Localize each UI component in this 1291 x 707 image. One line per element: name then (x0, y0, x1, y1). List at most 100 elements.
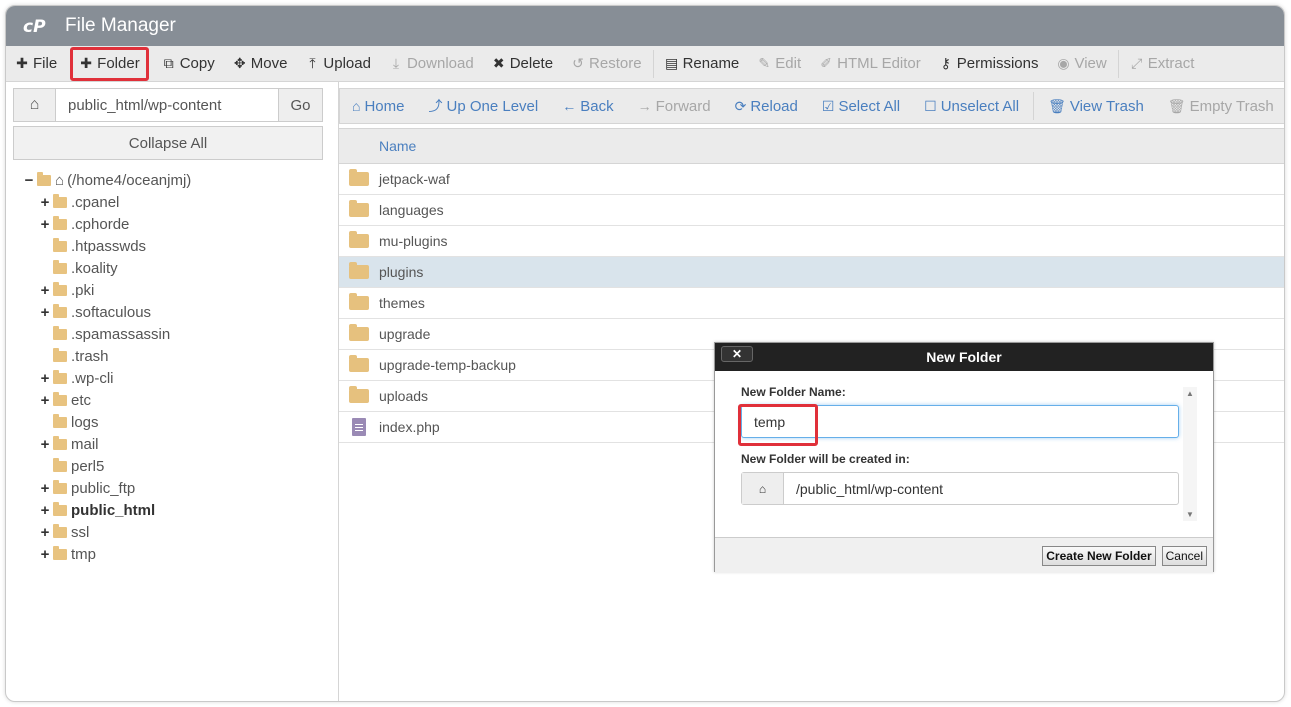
permissions-button[interactable]: ⚷ Permissions (930, 46, 1048, 82)
expand-toggle-icon[interactable]: + (39, 282, 51, 299)
path-input[interactable] (56, 89, 278, 121)
list-item[interactable]: themes (339, 288, 1284, 319)
expand-toggle-icon[interactable]: + (39, 304, 51, 321)
folder-name-input[interactable] (741, 405, 1179, 438)
trash-icon: 🗑 (1167, 97, 1186, 114)
back-button[interactable]: ← Back (550, 88, 625, 124)
button-label: View (1074, 55, 1107, 72)
empty-trash-button[interactable]: 🗑 Empty Trash (1156, 88, 1284, 124)
collapse-toggle-icon[interactable]: − (23, 172, 35, 189)
path-home-button[interactable]: ⌂ (14, 89, 56, 121)
dialog-scrollbar[interactable]: ▲ ▼ (1183, 387, 1197, 521)
html-editor-button[interactable]: ✐ HTML Editor (810, 46, 930, 82)
tree-item-label: .cpanel (71, 193, 120, 211)
toolbar-separator (1117, 49, 1119, 78)
file-icon (339, 418, 379, 436)
go-button[interactable]: Go (278, 89, 322, 121)
tree-item-label: etc (71, 391, 92, 409)
list-item[interactable]: mu-plugins (339, 226, 1284, 257)
folder-button[interactable]: ✚ Folder (70, 46, 149, 81)
list-item[interactable]: jetpack-waf (339, 164, 1284, 195)
restore-button[interactable]: ↺ Restore (562, 46, 651, 82)
expand-toggle-icon[interactable]: + (39, 502, 51, 519)
name-column-header[interactable]: Name (379, 138, 416, 154)
tree-item-public-ftp[interactable]: + public_ftp (39, 477, 135, 499)
tree-item-tmp[interactable]: + tmp (39, 543, 96, 565)
expand-toggle-icon[interactable]: + (39, 216, 51, 233)
expand-toggle-icon[interactable]: + (39, 370, 51, 387)
file-button[interactable]: ✚ File (6, 46, 66, 82)
tree-item-ssl[interactable]: + ssl (39, 521, 89, 543)
folder-icon (53, 391, 67, 406)
folder-icon (53, 435, 67, 450)
tree-item-softaculous[interactable]: + .softaculous (39, 301, 151, 323)
folder-icon (53, 479, 67, 494)
tree-item-koality[interactable]: .koality (39, 257, 118, 279)
expand-toggle-icon[interactable]: + (39, 546, 51, 563)
upload-button[interactable]: ⤒ Upload (296, 46, 380, 82)
tree-item-label: .spamassassin (71, 325, 171, 343)
close-icon[interactable]: ✕ (721, 346, 753, 362)
folder-icon (53, 303, 67, 318)
folder-icon (53, 237, 67, 252)
list-item-name: upgrade-temp-backup (379, 357, 516, 373)
select-all-button[interactable]: ☑ Select All (810, 88, 912, 124)
list-item[interactable]: languages (339, 195, 1284, 226)
expand-toggle-icon[interactable]: + (39, 194, 51, 211)
location-label: New Folder will be created in: (741, 452, 910, 466)
delete-button[interactable]: ✖ Delete (483, 46, 562, 82)
extract-button[interactable]: ⤢ Extract (1121, 46, 1204, 82)
expand-toggle-icon[interactable]: + (39, 524, 51, 541)
svg-text:cP: cP (23, 17, 46, 36)
folder-icon (339, 355, 379, 372)
tree-item-htpasswds[interactable]: .htpasswds (39, 235, 146, 257)
rename-button[interactable]: ▤ Rename (656, 46, 749, 82)
home-button[interactable]: ⌂ Home (340, 88, 416, 124)
cancel-button[interactable]: Cancel (1161, 545, 1207, 566)
create-new-folder-button[interactable]: Create New Folder (1042, 545, 1156, 566)
expand-toggle-icon[interactable]: + (39, 436, 51, 453)
reload-button[interactable]: ⟳ Reload (723, 88, 810, 124)
list-item-name: mu-plugins (379, 233, 448, 249)
folder-icon (53, 457, 67, 472)
folder-shape (349, 200, 369, 217)
tree-item-perl5[interactable]: perl5 (39, 455, 104, 477)
folder-icon (53, 259, 67, 274)
view-trash-button[interactable]: 🗑 View Trash (1036, 88, 1156, 124)
expand-toggle-icon[interactable]: + (39, 480, 51, 497)
unselect-all-button[interactable]: ☐ Unselect All (912, 88, 1031, 124)
tree-item-label: .koality (71, 259, 118, 277)
edit-button[interactable]: ✎ Edit (748, 46, 810, 82)
tree-item-cphorde[interactable]: + .cphorde (39, 213, 129, 235)
scroll-down-icon[interactable]: ▼ (1186, 510, 1194, 519)
move-button[interactable]: ✥ Move (224, 46, 297, 82)
folder-icon (339, 386, 379, 403)
tree-item-mail[interactable]: + mail (39, 433, 99, 455)
up-one-level-button[interactable]: ⤴ Up One Level (416, 88, 550, 124)
tree-root[interactable]: − ⌂ (/home4/oceanjmj) (23, 169, 191, 191)
up-level-icon: ⤴ (428, 98, 443, 114)
tree-item-wp-cli[interactable]: + .wp-cli (39, 367, 114, 389)
download-button[interactable]: ⤓ Download (380, 46, 483, 82)
tree-item-trash[interactable]: .trash (39, 345, 109, 367)
scroll-up-icon[interactable]: ▲ (1186, 389, 1194, 398)
list-item[interactable]: plugins (339, 257, 1284, 288)
tree-item-cpanel[interactable]: + .cpanel (39, 191, 119, 213)
collapse-all-button[interactable]: Collapse All (13, 126, 323, 160)
cpanel-logo-icon: cP (23, 15, 55, 37)
folder-shape (349, 262, 369, 279)
dialog-title: New Folder (926, 349, 1002, 365)
button-label: Forward (655, 97, 711, 115)
view-button[interactable]: ◉ View (1047, 46, 1115, 82)
path-bar: ⌂ Go (13, 88, 323, 122)
checkbox-checked-icon: ☑ (821, 97, 835, 114)
expand-toggle-icon[interactable]: + (39, 392, 51, 409)
tree-item-etc[interactable]: + etc (39, 389, 91, 411)
tree-item-public-html[interactable]: + public_html (39, 499, 155, 521)
tree-item-pki[interactable]: + .pki (39, 279, 94, 301)
button-label: Rename (682, 55, 740, 72)
forward-button[interactable]: → Forward (626, 88, 723, 124)
tree-item-spamassassin[interactable]: .spamassassin (39, 323, 170, 345)
tree-item-logs[interactable]: logs (39, 411, 99, 433)
copy-button[interactable]: ⧉ Copy (153, 46, 224, 82)
